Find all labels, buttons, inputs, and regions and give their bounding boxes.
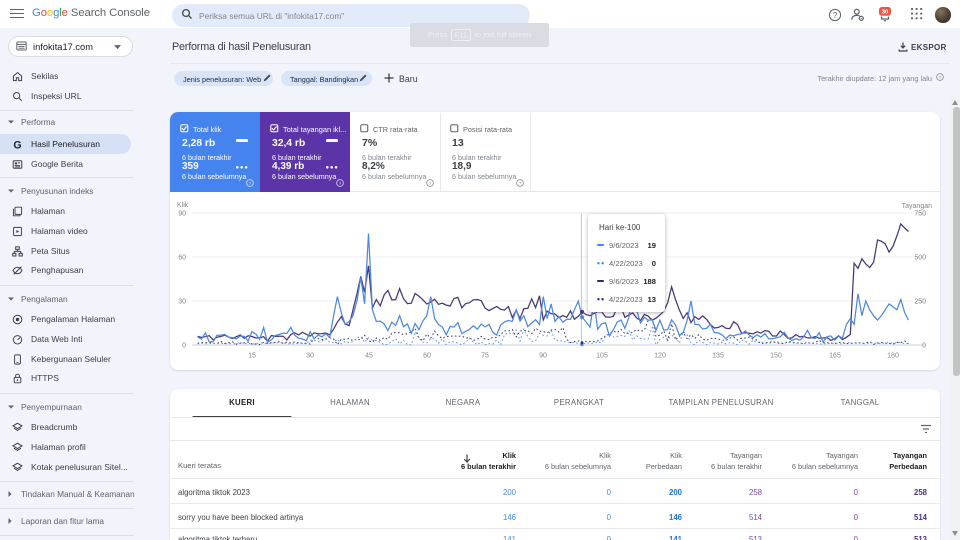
svg-text:120: 120 [654, 353, 666, 360]
svg-text:90: 90 [178, 211, 186, 218]
svg-text:?: ? [939, 75, 942, 81]
svg-text:?: ? [249, 181, 252, 187]
svg-text:90: 90 [539, 353, 547, 360]
svg-text:135: 135 [712, 353, 724, 360]
svg-text:500: 500 [914, 255, 926, 262]
svg-text:30: 30 [306, 353, 314, 360]
svg-text:165: 165 [829, 353, 841, 360]
svg-text:?: ? [519, 181, 522, 187]
svg-text:180: 180 [887, 353, 899, 360]
svg-text:?: ? [339, 181, 342, 187]
svg-text:750: 750 [914, 211, 926, 218]
svg-text:?: ? [429, 181, 432, 187]
svg-text:G: G [13, 139, 21, 150]
svg-text:Tayangan: Tayangan [902, 203, 932, 210]
svg-text:250: 250 [914, 299, 926, 306]
svg-text:30: 30 [178, 299, 186, 306]
svg-text:15: 15 [248, 353, 256, 360]
svg-text:45: 45 [365, 353, 373, 360]
svg-text:Klik: Klik [177, 202, 189, 209]
svg-text:105: 105 [596, 353, 608, 360]
svg-text:75: 75 [481, 353, 489, 360]
svg-text:60: 60 [423, 353, 431, 360]
svg-text:150: 150 [770, 353, 782, 360]
svg-text:?: ? [833, 11, 838, 20]
svg-text:30: 30 [882, 9, 888, 15]
svg-text:0: 0 [922, 343, 926, 350]
svg-text:0: 0 [182, 343, 186, 350]
svg-text:60: 60 [178, 255, 186, 262]
